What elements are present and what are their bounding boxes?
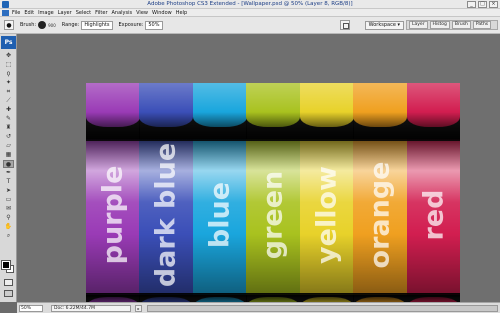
lasso-tool-icon[interactable]: ϙ (3, 70, 14, 78)
eraser-tool-icon[interactable]: ▱ (3, 142, 14, 150)
panel-tab-layer[interactable]: Layer (409, 21, 428, 29)
menu-window[interactable]: Window (152, 9, 172, 17)
document-info: Doc: 6.22M/44.7M (51, 305, 131, 312)
pen-tool-icon[interactable]: ✒ (3, 169, 14, 177)
exposure-label: Exposure: (118, 22, 144, 28)
quick-mask-icon[interactable] (4, 279, 13, 286)
move-tool-icon[interactable]: ✥ (3, 52, 14, 60)
magic-wand-tool-icon[interactable]: ✦ (3, 79, 14, 87)
stripe-shading (353, 83, 408, 141)
stripe-green: green (246, 83, 301, 313)
shape-tool-icon[interactable]: ▭ (3, 196, 14, 204)
slice-tool-icon[interactable]: ⟋ (3, 97, 14, 105)
dodge-tool-icon[interactable]: ● (3, 160, 14, 168)
stripe-label: blue (204, 181, 236, 249)
exposure-option: Exposure: 50% (118, 20, 164, 30)
workspace-menu[interactable]: Workspace ▾ (364, 21, 404, 30)
close-button[interactable]: × (489, 1, 498, 8)
stripe-shading (406, 83, 460, 141)
menu-analysis[interactable]: Analysis (112, 9, 133, 17)
stripe-label: orange (364, 161, 396, 269)
range-option: Range: Highlights (61, 20, 113, 30)
range-label: Range: (61, 22, 80, 28)
stripe-orange: orange (353, 83, 408, 313)
brush-tool-icon[interactable]: ✎ (3, 115, 14, 123)
range-select[interactable]: Highlights (81, 20, 113, 30)
document-workarea: purple dark blue blue green yellow orange red (17, 34, 500, 313)
gradient-tool-icon[interactable]: ▦ (3, 151, 14, 159)
document-canvas[interactable]: purple dark blue blue green yellow orange red (86, 83, 460, 313)
maximize-button[interactable]: □ (478, 1, 487, 8)
options-bar: ● Brush: 900 Range: Highlights Exposure:… (0, 17, 500, 34)
photoshop-window: Adobe Photoshop CS3 Extended - [Wallpape… (0, 0, 500, 313)
stripe-shading (299, 83, 354, 141)
horizontal-scrollbar[interactable] (147, 305, 498, 312)
type-tool-icon[interactable]: T (3, 178, 14, 186)
menu-image[interactable]: Image (38, 9, 54, 17)
exposure-input[interactable]: 50% (145, 20, 164, 30)
history-brush-tool-icon[interactable]: ↺ (3, 133, 14, 141)
stripe-label: dark blue (150, 142, 182, 288)
clone-stamp-tool-icon[interactable]: ♜ (3, 124, 14, 132)
menu-help[interactable]: Help (176, 9, 187, 17)
stripe-shading (86, 83, 140, 141)
stripe-label: yellow (311, 166, 343, 264)
panel-tab-histogram[interactable]: Histog (429, 21, 450, 29)
stripe-shading (192, 83, 247, 141)
panel-well: Layer Histog Brush Paths (406, 20, 498, 30)
stripe-blue: blue (192, 83, 247, 313)
stripe-shading (246, 83, 301, 141)
status-menu-arrow-icon[interactable]: ▸ (135, 305, 142, 312)
panel-toggle-icon[interactable] (340, 20, 350, 30)
stripe-label: purple (97, 165, 129, 265)
panel-tab-brush[interactable]: Brush (451, 21, 471, 29)
toolbox: Ps ✥ ⬚ ϙ ✦ ⌗ ⟋ ✚ ✎ ♜ ↺ ▱ ▦ ● ✒ T ➤ ▭ ✉ ⚲… (0, 34, 17, 302)
brush-preview-icon[interactable] (38, 21, 47, 29)
brush-size: 900 (48, 22, 56, 28)
ps-logo: Ps (1, 36, 16, 49)
eyedropper-tool-icon[interactable]: ⚲ (3, 214, 14, 222)
screen-mode-icon[interactable] (4, 290, 13, 297)
menu-layer[interactable]: Layer (58, 9, 72, 17)
stripe-shading (139, 83, 194, 141)
window-controls: _ □ × (467, 1, 498, 8)
path-selection-tool-icon[interactable]: ➤ (3, 187, 14, 195)
stripe-dark-blue: dark blue (139, 83, 194, 313)
stripe-purple: purple (86, 83, 140, 313)
menu-edit[interactable]: Edit (24, 9, 34, 17)
marquee-tool-icon[interactable]: ⬚ (3, 61, 14, 69)
stripe-label: green (257, 170, 289, 260)
healing-brush-tool-icon[interactable]: ✚ (3, 106, 14, 114)
status-bar: 50% Doc: 6.22M/44.7M ▸ (17, 302, 500, 313)
panel-tab-paths[interactable]: Paths (472, 21, 492, 29)
notes-tool-icon[interactable]: ✉ (3, 205, 14, 213)
stripe-label: red (418, 189, 450, 241)
zoom-field[interactable]: 50% (19, 305, 43, 312)
minimize-button[interactable]: _ (467, 1, 476, 8)
menu-view[interactable]: View (136, 9, 148, 17)
foreground-color-swatch[interactable] (1, 260, 11, 270)
ps-menu-icon[interactable] (2, 9, 9, 16)
brush-label: Brush: (20, 22, 37, 28)
dodge-tool-preset-icon[interactable]: ● (4, 20, 14, 30)
crop-tool-icon[interactable]: ⌗ (3, 88, 14, 96)
brush-option: Brush: 900 (20, 21, 56, 29)
menu-select[interactable]: Select (76, 9, 91, 17)
stripe-red: red (406, 83, 460, 313)
zoom-tool-icon[interactable]: ⌕ (3, 232, 14, 240)
menu-file[interactable]: File (12, 9, 20, 17)
hand-tool-icon[interactable]: ✋ (3, 223, 14, 231)
stripe-yellow: yellow (299, 83, 354, 313)
menu-bar: File Edit Image Layer Select Filter Anal… (0, 9, 500, 17)
menu-filter[interactable]: Filter (95, 9, 107, 17)
